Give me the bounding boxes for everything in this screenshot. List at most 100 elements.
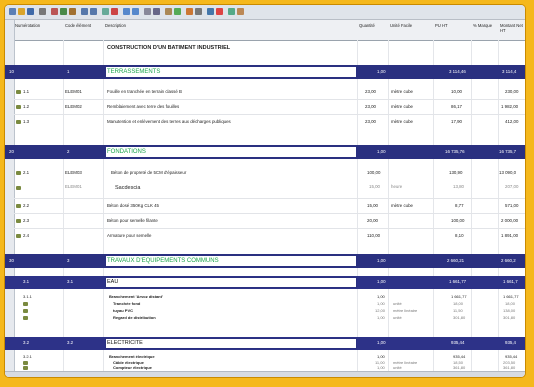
item-quantity[interactable]: 1,00 bbox=[377, 301, 385, 307]
item-unit-price[interactable]: 8,77 bbox=[455, 203, 464, 209]
item-unit[interactable]: mètre linéaire bbox=[393, 308, 417, 314]
header-pu[interactable]: PU HT bbox=[435, 23, 448, 28]
item-quantity[interactable]: 23,00 bbox=[365, 104, 376, 110]
copy-icon[interactable] bbox=[60, 8, 67, 15]
item-description[interactable]: Regard de distribution bbox=[113, 315, 156, 321]
table-row[interactable]: CONSTRUCTION D'UN BATIMENT INDUSTRIEL bbox=[5, 42, 525, 54]
help-icon[interactable] bbox=[207, 8, 214, 15]
table-row[interactable]: 2.1 ELEM03 Béton de propreté de 5CM d'ép… bbox=[5, 168, 525, 179]
open-icon[interactable] bbox=[18, 8, 25, 15]
search-icon[interactable] bbox=[153, 8, 160, 15]
section-row-terrassements[interactable]: 10 1 TERRASSEMENTS 1,00 3 114,46 3 114,4 bbox=[5, 65, 525, 79]
item-description[interactable]: tuyau PVC bbox=[113, 308, 133, 314]
item-description[interactable]: Sacdescia bbox=[115, 185, 140, 191]
table-row[interactable]: Tranchée fond 1,00 unité 18,00 18,00 bbox=[5, 301, 525, 308]
item-unit-price[interactable]: 10,00 bbox=[451, 89, 462, 95]
item-unit[interactable]: mètre cube bbox=[391, 104, 413, 110]
new-icon[interactable] bbox=[9, 8, 16, 15]
item-quantity[interactable]: 20,00 bbox=[367, 218, 378, 224]
item-description[interactable]: Manutention et enlèvement des terres aux… bbox=[107, 119, 231, 125]
header-numerotation[interactable]: Numérotation bbox=[15, 23, 40, 28]
subsection-row-electricite[interactable]: 3.2 3.2 ELECTRICITE 1,00 935,44 935,4 bbox=[5, 337, 525, 350]
item-unit-price[interactable]: 18,00 bbox=[453, 301, 463, 307]
item-unit[interactable]: mètre cube bbox=[391, 89, 413, 95]
cut-icon[interactable] bbox=[51, 8, 58, 15]
table-row[interactable]: 2.4 Armature pour semelle 110,00 8,10 1 … bbox=[5, 231, 525, 242]
table-row[interactable]: 1.1 ELEM01 Fouille en tranchée en terrai… bbox=[5, 87, 525, 98]
chart-icon[interactable] bbox=[186, 8, 193, 15]
header-unite[interactable]: Unité Facile bbox=[390, 23, 412, 28]
header-description[interactable]: Description bbox=[105, 23, 126, 28]
table-row[interactable]: Regard de distribution 1,00 unité 301,80… bbox=[5, 315, 525, 322]
item-quantity[interactable]: 15,00 bbox=[367, 203, 378, 209]
item-description[interactable]: Béton pour semelle filante bbox=[107, 218, 158, 224]
table-row[interactable]: 1.2 ELEM02 Remblaiement avec terre des f… bbox=[5, 102, 525, 113]
item-unit[interactable]: heure bbox=[391, 184, 402, 190]
item-description[interactable]: Béton dosé 350Kg CLK 45 bbox=[107, 203, 159, 209]
subsection-title[interactable]: EAU bbox=[105, 277, 357, 288]
item-quantity[interactable]: 12,00 bbox=[375, 308, 385, 314]
item-unit-price[interactable]: 100,00 bbox=[451, 218, 464, 224]
outdent-icon[interactable] bbox=[132, 8, 139, 15]
settings-icon[interactable] bbox=[195, 8, 202, 15]
item-quantity[interactable]: 15,00 bbox=[369, 184, 380, 190]
header-pct-marque[interactable]: % Marque bbox=[473, 23, 493, 28]
sort-icon[interactable] bbox=[165, 8, 172, 15]
item-quantity[interactable]: 23,00 bbox=[365, 89, 376, 95]
section-title[interactable]: FONDATIONS bbox=[105, 146, 357, 158]
print-icon[interactable] bbox=[39, 8, 46, 15]
header-quantite[interactable]: Quantité bbox=[359, 23, 375, 28]
header-code[interactable]: Code élément bbox=[65, 23, 91, 28]
item-unit[interactable]: mètre cube bbox=[391, 203, 413, 209]
table-row[interactable]: 3.1.1 Branchement 'Arvoz distant' 1,00 1… bbox=[5, 294, 525, 301]
item-unit-price[interactable]: 11,50 bbox=[453, 308, 463, 314]
table-row[interactable]: 1.3 Manutention et enlèvement des terres… bbox=[5, 117, 525, 128]
item-unit[interactable]: unité bbox=[393, 315, 402, 321]
save-icon[interactable] bbox=[27, 8, 34, 15]
table-row[interactable]: ELEM01 Sacdescia 15,00 heure 13,80 207,0… bbox=[5, 182, 525, 193]
item-description[interactable]: Branchement 'Arvoz distant' bbox=[109, 294, 163, 300]
table-row[interactable]: 2.2 Béton dosé 350Kg CLK 45 15,00 mètre … bbox=[5, 201, 525, 212]
section-title[interactable]: TERRASSEMENTS bbox=[105, 66, 357, 78]
section-title[interactable]: TRAVAUX D'EQUIPEMENTS COMMUNS bbox=[105, 255, 357, 267]
item-quantity[interactable]: 1,00 bbox=[377, 315, 385, 321]
item-unit[interactable]: unité bbox=[393, 301, 402, 307]
header-montant[interactable]: Montant Net HT bbox=[500, 23, 524, 33]
undo-icon[interactable] bbox=[81, 8, 88, 15]
item-quantity[interactable]: 23,00 bbox=[365, 119, 376, 125]
table-row[interactable]: tuyau PVC 12,00 mètre linéaire 11,50 138… bbox=[5, 308, 525, 315]
item-unit-price[interactable]: 13,80 bbox=[453, 184, 464, 190]
zoom-icon[interactable] bbox=[228, 8, 235, 15]
item-unit-price[interactable]: 301,80 bbox=[453, 315, 465, 321]
indent-icon[interactable] bbox=[123, 8, 130, 15]
item-unit-price[interactable]: 8,10 bbox=[455, 233, 464, 239]
item-unit-price[interactable]: 17,90 bbox=[451, 119, 462, 125]
subsection-row-eau[interactable]: 3.1 3.1 EAU 1,00 1 661,77 1 661,7 bbox=[5, 276, 525, 289]
item-amount: 301,80 bbox=[503, 315, 516, 320]
item-quantity[interactable]: 100,00 bbox=[367, 170, 380, 176]
item-quantity[interactable]: 1,00 bbox=[377, 294, 385, 300]
delete-row-icon[interactable] bbox=[111, 8, 118, 15]
section-row-fondations[interactable]: 20 2 FONDATIONS 1,00 16 735,76 16 735,7 bbox=[5, 145, 525, 159]
color-icon[interactable] bbox=[216, 8, 223, 15]
item-quantity[interactable]: 110,00 bbox=[367, 233, 380, 239]
item-unit-price[interactable]: 130,90 bbox=[449, 170, 462, 176]
table-row[interactable]: 2.3 Béton pour semelle filante 20,00 100… bbox=[5, 216, 525, 227]
item-description[interactable]: Béton de propreté de 5CM d'épaisseur bbox=[111, 170, 186, 176]
horizontal-scrollbar[interactable] bbox=[5, 371, 525, 377]
item-unit[interactable]: mètre cube bbox=[391, 119, 413, 125]
calculator-icon[interactable] bbox=[144, 8, 151, 15]
export-icon[interactable] bbox=[237, 8, 244, 15]
paste-icon[interactable] bbox=[69, 8, 76, 15]
item-unit-price[interactable]: 86,17 bbox=[451, 104, 462, 110]
item-description[interactable]: Tranchée fond bbox=[113, 301, 140, 307]
redo-icon[interactable] bbox=[90, 8, 97, 15]
filter-icon[interactable] bbox=[174, 8, 181, 15]
section-row-equipements-communs[interactable]: 30 3 TRAVAUX D'EQUIPEMENTS COMMUNS 1,00 … bbox=[5, 254, 525, 268]
insert-row-icon[interactable] bbox=[102, 8, 109, 15]
item-unit-price[interactable]: 1 661,77 bbox=[451, 294, 467, 300]
item-description[interactable]: Armature pour semelle bbox=[107, 233, 151, 239]
item-description[interactable]: Remblaiement avec terre des fouilles bbox=[107, 104, 179, 110]
subsection-title[interactable]: ELECTRICITE bbox=[105, 338, 357, 349]
item-description[interactable]: Fouille en tranchée en terrain classé B bbox=[107, 89, 182, 95]
